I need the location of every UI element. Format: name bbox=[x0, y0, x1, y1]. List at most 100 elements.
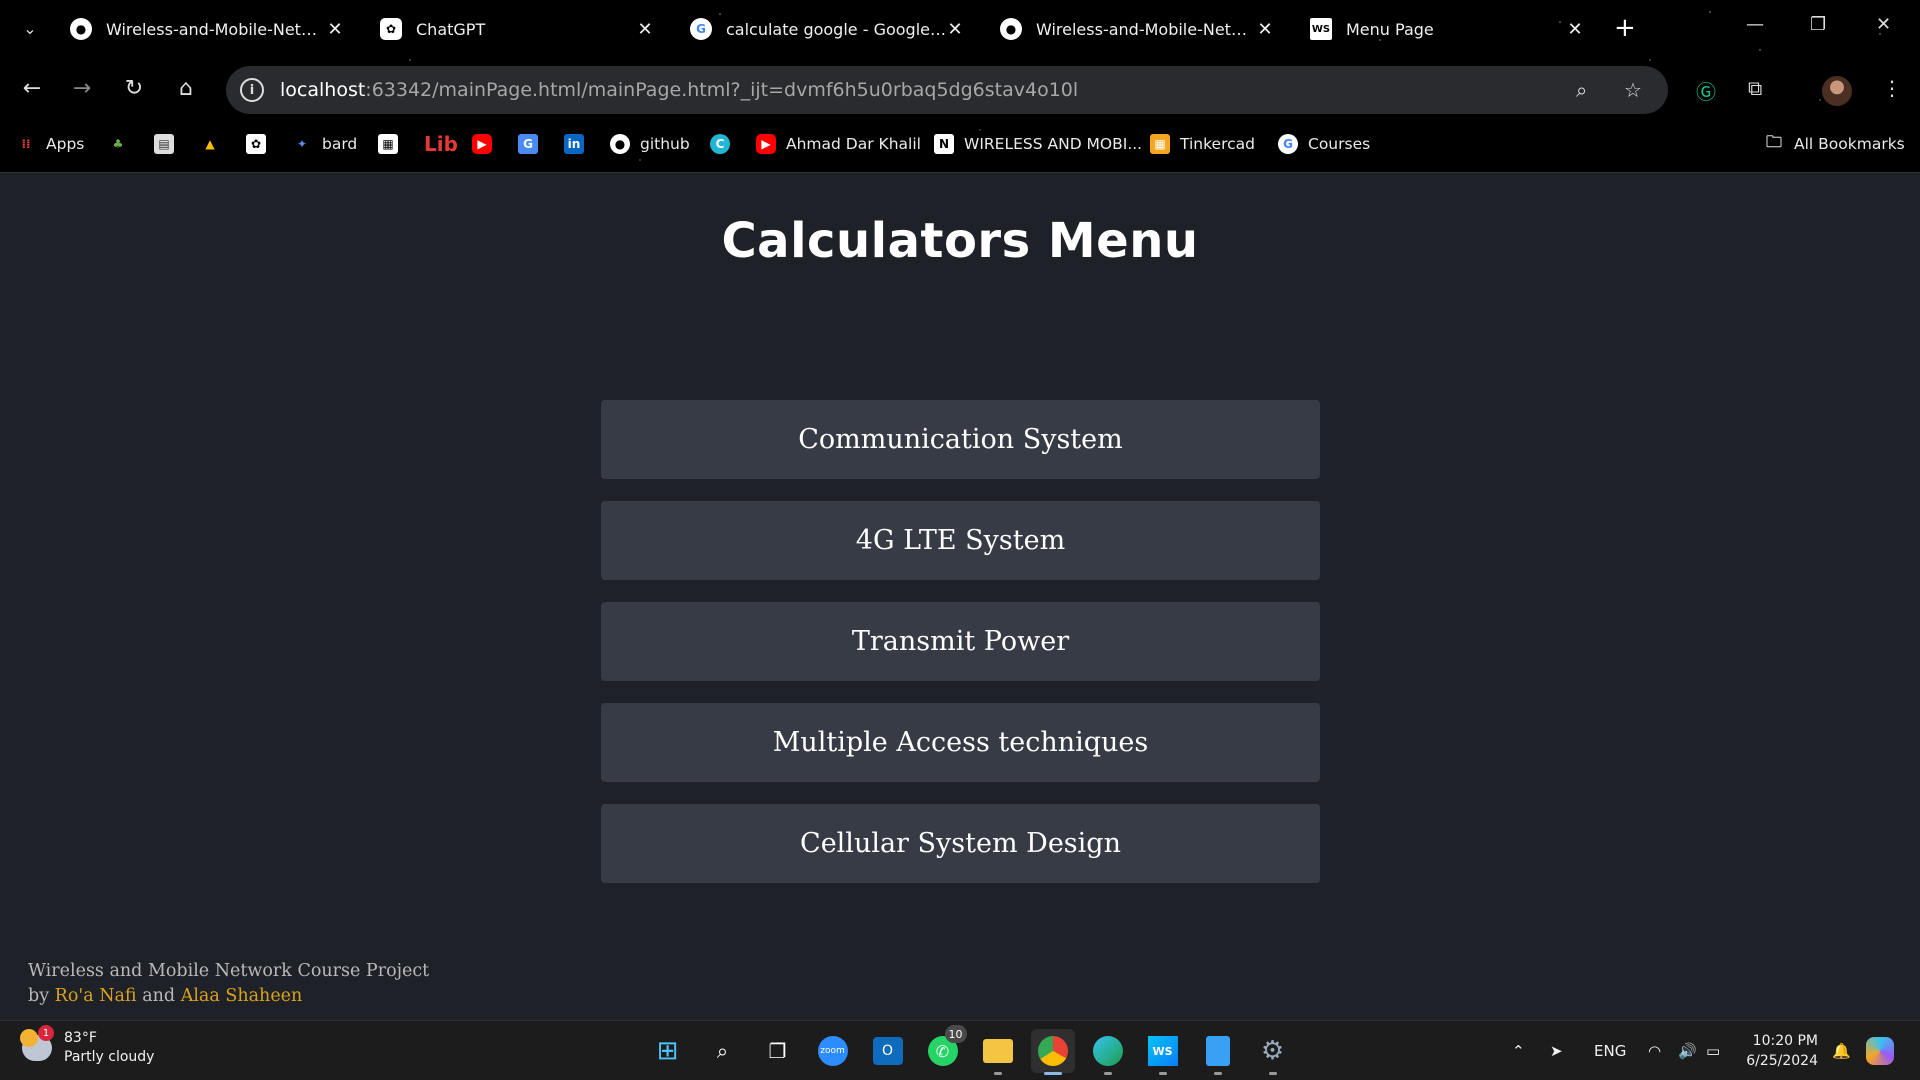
close-icon[interactable]: ✕ bbox=[636, 19, 654, 40]
all-bookmarks[interactable]: 🗀 All Bookmarks bbox=[1764, 128, 1905, 160]
back-arrow-icon[interactable]: ← bbox=[18, 76, 46, 101]
canva-icon: C bbox=[710, 134, 730, 154]
reload-icon[interactable]: ↻ bbox=[120, 76, 148, 101]
footer-and: and bbox=[142, 986, 176, 1006]
footer-by: by bbox=[28, 986, 50, 1006]
browser-chrome: ⌄ ● Wireless-and-Mobile-Network ✕ ✿ Chat… bbox=[0, 0, 1920, 173]
bookmark-apps[interactable]: ⁞⁞ Apps bbox=[16, 128, 84, 160]
bookmark-bard[interactable]: ✦ bard bbox=[292, 128, 357, 160]
bookmark-github[interactable]: ● github bbox=[610, 128, 690, 160]
folder-icon: 🗀 bbox=[1765, 131, 1782, 151]
transmit-power-button[interactable]: Transmit Power bbox=[601, 602, 1320, 681]
close-icon[interactable]: ✕ bbox=[946, 19, 964, 40]
bookmark-label: bard bbox=[322, 135, 358, 153]
bookmark-lib[interactable]: Lib bbox=[424, 128, 468, 160]
notion-icon: N bbox=[934, 134, 954, 154]
copilot-icon[interactable] bbox=[1866, 1021, 1894, 1080]
forward-arrow-icon[interactable]: → bbox=[68, 76, 96, 101]
wifi-icon[interactable]: ◠ bbox=[1648, 1021, 1661, 1080]
4g-lte-system-button[interactable]: 4G LTE System bbox=[601, 501, 1320, 580]
task-view-icon[interactable]: ❐ bbox=[756, 1029, 800, 1073]
close-icon[interactable]: ✕ bbox=[1566, 19, 1584, 40]
system-clock[interactable]: 10:20 PM 6/25/2024 bbox=[1744, 1031, 1818, 1071]
google-icon: G bbox=[690, 18, 712, 40]
extensions-puzzle-icon[interactable]: ⧉ bbox=[1748, 76, 1762, 100]
bookmark-linkedin[interactable]: in bbox=[564, 128, 594, 160]
bookmark-courses[interactable]: G Courses bbox=[1278, 128, 1370, 160]
bookmarks-bar: ⁞⁞ Apps ♣ ▤ ▲ ✿ ✦ bard ▦ Lib ▶ G in ● gi… bbox=[0, 128, 1920, 160]
clock-time: 10:20 PM bbox=[1752, 1033, 1818, 1049]
notification-badge: 10 bbox=[944, 1025, 967, 1043]
site-info-icon[interactable]: i bbox=[240, 78, 264, 102]
chrome-icon[interactable] bbox=[1030, 1029, 1075, 1075]
bookmark-doc[interactable]: ▤ bbox=[154, 128, 184, 160]
bookmark-youtube[interactable]: ▶ bbox=[472, 128, 502, 160]
new-tab-plus-icon[interactable]: + bbox=[1614, 14, 1636, 42]
address-bar[interactable]: i localhost:63342/mainPage.html/mainPage… bbox=[226, 66, 1668, 114]
weather-temperature: 83°F bbox=[64, 1030, 97, 1046]
minimize-icon[interactable]: — bbox=[1746, 14, 1764, 35]
tab-google-search[interactable]: G calculate google - Google Search ✕ bbox=[676, 10, 976, 48]
start-windows-icon[interactable]: ⊞ bbox=[646, 1029, 690, 1073]
bookmark-drive[interactable]: ▲ bbox=[200, 128, 230, 160]
close-icon[interactable]: ✕ bbox=[1256, 19, 1274, 40]
youtube-icon: ▶ bbox=[472, 134, 492, 154]
edge-icon[interactable] bbox=[1086, 1029, 1130, 1075]
tab-menu-page[interactable]: WS Menu Page ✕ bbox=[1296, 10, 1596, 48]
bookmark-wireless-notion[interactable]: N WIRELESS AND MOBI... bbox=[934, 128, 1142, 160]
chatgpt-icon: ✿ bbox=[246, 134, 266, 154]
language-indicator[interactable]: ENG bbox=[1594, 1021, 1626, 1080]
whatsapp-icon[interactable]: ✆ 10 bbox=[921, 1025, 967, 1073]
lib-icon: Lib bbox=[424, 132, 458, 156]
tab-title: Wireless-and-Mobile-Network bbox=[106, 19, 326, 39]
bookmark-qr[interactable]: ▦ bbox=[378, 128, 408, 160]
bookmark-canva[interactable]: C bbox=[710, 128, 740, 160]
tab-title: ChatGPT bbox=[416, 19, 486, 39]
file-explorer-icon[interactable] bbox=[976, 1029, 1020, 1075]
bookmark-chatgpt[interactable]: ✿ bbox=[246, 128, 276, 160]
settings-gear-icon[interactable]: ⚙ bbox=[1251, 1029, 1295, 1075]
notification-bell-icon[interactable]: 🔔 bbox=[1832, 1021, 1851, 1080]
tab-title: Wireless-and-Mobile-Network bbox=[1036, 19, 1256, 39]
footer-course-line: Wireless and Mobile Network Course Proje… bbox=[28, 961, 430, 981]
multiple-access-techniques-button[interactable]: Multiple Access techniques bbox=[601, 703, 1320, 782]
grammarly-icon[interactable]: Ⓖ bbox=[1696, 76, 1716, 105]
communication-system-button[interactable]: Communication System bbox=[601, 400, 1320, 479]
url-host: localhost bbox=[280, 79, 366, 101]
tinkercad-icon: ▦ bbox=[1150, 134, 1170, 154]
volume-icon[interactable]: 🔊 bbox=[1678, 1021, 1697, 1080]
bookmark-translate[interactable]: G bbox=[518, 128, 548, 160]
window-close-icon[interactable]: ✕ bbox=[1876, 14, 1891, 35]
bookmark-tinkercad[interactable]: ▦ Tinkercad bbox=[1150, 128, 1255, 160]
cellular-system-design-button[interactable]: Cellular System Design bbox=[601, 804, 1320, 883]
tab-github-1[interactable]: ● Wireless-and-Mobile-Network ✕ bbox=[56, 10, 356, 48]
bookmark-star-icon[interactable]: ☆ bbox=[1624, 78, 1642, 102]
bookmark-label: Apps bbox=[46, 135, 85, 153]
restore-icon[interactable]: ❐ bbox=[1810, 14, 1826, 35]
bookmark-ahmad[interactable]: ▶ Ahmad Dar Khalil bbox=[756, 128, 921, 160]
browser-toolbar: ← → ↻ ⌂ i localhost:63342/mainPage.html/… bbox=[0, 62, 1920, 118]
tab-github-2[interactable]: ● Wireless-and-Mobile-Network ✕ bbox=[986, 10, 1286, 48]
more-menu-icon[interactable]: ⋮ bbox=[1882, 76, 1902, 100]
zoom-icon[interactable]: zoom bbox=[811, 1029, 855, 1073]
qr-code-icon: ▦ bbox=[378, 134, 398, 154]
notepad-icon[interactable] bbox=[1196, 1029, 1240, 1075]
bookmark-tree[interactable]: ♣ bbox=[108, 128, 138, 160]
github-icon: ● bbox=[1000, 18, 1022, 40]
location-arrow-icon[interactable]: ➤ bbox=[1550, 1021, 1563, 1080]
weather-widget[interactable]: 1 83°F Partly cloudy bbox=[20, 1025, 154, 1067]
tab-search-chevron-icon[interactable]: ⌄ bbox=[16, 14, 44, 42]
show-hidden-icons-chevron[interactable]: ⌃ bbox=[1512, 1021, 1525, 1080]
apps-grid-icon: ⁞⁞ bbox=[21, 137, 31, 151]
zoom-icon[interactable]: ⌕ bbox=[1576, 78, 1587, 102]
bookmark-label: All Bookmarks bbox=[1794, 135, 1905, 153]
webstorm-icon[interactable]: WS bbox=[1141, 1029, 1185, 1075]
close-icon[interactable]: ✕ bbox=[326, 19, 344, 40]
profile-avatar[interactable] bbox=[1822, 76, 1852, 106]
search-icon[interactable]: ⌕ bbox=[701, 1029, 745, 1073]
partly-cloudy-icon: 1 bbox=[20, 1025, 54, 1061]
outlook-icon[interactable]: O bbox=[866, 1029, 910, 1073]
tab-chatgpt[interactable]: ✿ ChatGPT ✕ bbox=[366, 10, 666, 48]
home-icon[interactable]: ⌂ bbox=[172, 76, 200, 101]
battery-icon[interactable]: ▭ bbox=[1706, 1021, 1720, 1080]
